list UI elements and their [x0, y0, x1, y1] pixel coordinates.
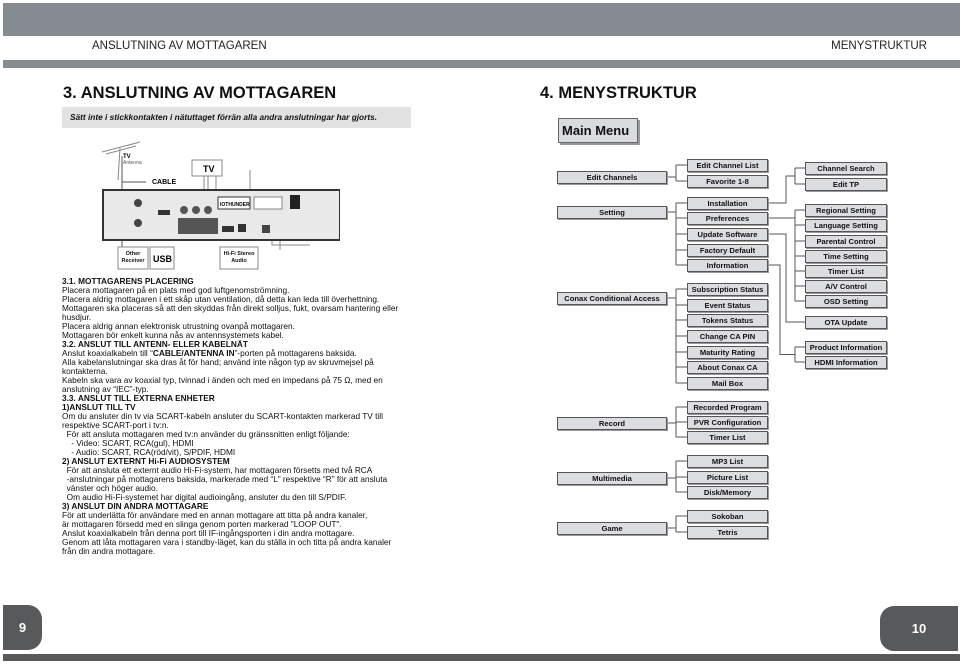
- submenu-item: Subscription Status: [687, 283, 768, 296]
- submenu-leaf: HDMI Information: [805, 356, 887, 369]
- submenu-item: About Conax CA: [687, 361, 768, 374]
- connector-line: [768, 175, 795, 204]
- page-number-left: 9: [3, 605, 42, 650]
- submenu-item: Tetris: [687, 526, 768, 539]
- submenu-item: Installation: [687, 197, 768, 210]
- menu-item: Game: [557, 522, 667, 535]
- page-number-right: 10: [880, 606, 958, 651]
- submenu-item: Information: [687, 259, 768, 272]
- menu-item: Record: [557, 417, 667, 430]
- submenu-item: Picture List: [687, 471, 768, 484]
- menu-item: Conax Conditional Access: [557, 292, 667, 305]
- submenu-item: Maturity Rating: [687, 346, 768, 359]
- submenu-leaf: OTA Update: [805, 316, 887, 329]
- submenu-leaf: OSD Setting: [805, 295, 887, 308]
- menu-connectors: [667, 164, 805, 533]
- submenu-leaf: Product Information: [805, 341, 887, 354]
- footer-bar: [3, 654, 960, 661]
- submenu-item: Recorded Program: [687, 401, 768, 414]
- menu-item: Multimedia: [557, 472, 667, 485]
- submenu-item: Timer List: [687, 431, 768, 444]
- submenu-leaf: Regional Setting: [805, 204, 887, 217]
- submenu-item: Event Status: [687, 299, 768, 312]
- submenu-leaf: Timer List: [805, 265, 887, 278]
- submenu-item: PVR Configuration: [687, 416, 768, 429]
- submenu-item: MP3 List: [687, 455, 768, 468]
- submenu-item: Disk/Memory: [687, 486, 768, 499]
- submenu-item: Factory Default: [687, 244, 768, 257]
- submenu-item: Update Software: [687, 228, 768, 241]
- submenu-item: Change CA PIN: [687, 330, 768, 343]
- submenu-leaf: Language Setting: [805, 219, 887, 232]
- connector-line: [768, 264, 795, 355]
- submenu-item: Preferences: [687, 212, 768, 225]
- submenu-item: Edit Channel List: [687, 159, 768, 172]
- submenu-item: Tokens Status: [687, 314, 768, 327]
- submenu-leaf: Edit TP: [805, 178, 887, 191]
- submenu-leaf: Parental Control: [805, 235, 887, 248]
- menu-item: Edit Channels: [557, 171, 667, 184]
- submenu-item: Sokoban: [687, 510, 768, 523]
- submenu-leaf: Time Setting: [805, 250, 887, 263]
- connector-line: [768, 233, 805, 323]
- submenu-item: Mail Box: [687, 377, 768, 390]
- menu-item: Setting: [557, 206, 667, 219]
- submenu-leaf: A/V Control: [805, 280, 887, 293]
- submenu-leaf: Channel Search: [805, 162, 887, 175]
- submenu-item: Favorite 1-8: [687, 175, 768, 188]
